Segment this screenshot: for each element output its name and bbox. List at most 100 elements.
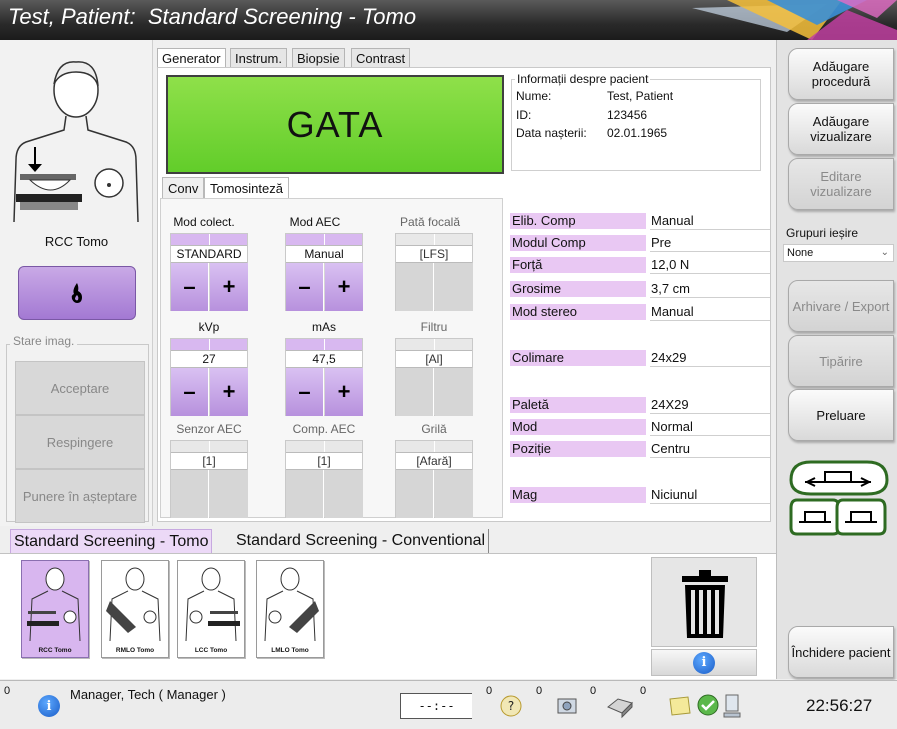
retrieve-button[interactable]: Preluare xyxy=(788,389,894,441)
thumb-lmlo-tomo[interactable]: LMLO Tomo xyxy=(256,560,324,658)
param-key: Mag xyxy=(510,487,646,504)
accept-button[interactable]: Acceptare xyxy=(15,361,145,415)
param-value: 3,7 cm xyxy=(650,281,770,298)
thumb-rmlo-tomo[interactable]: RMLO Tomo xyxy=(101,560,169,658)
comp-aec-right-button[interactable] xyxy=(325,470,363,518)
thumb-caption: RCC Tomo xyxy=(38,647,72,654)
output-groups-value: None xyxy=(787,247,814,259)
patient-id: 123456 xyxy=(607,108,648,122)
thumb-caption: LMLO Tomo xyxy=(271,647,309,654)
pata-focala-right-button[interactable] xyxy=(435,263,473,311)
flame-icon xyxy=(71,283,82,303)
mas-plus-button[interactable]: + xyxy=(325,368,363,416)
param-value: 24X29 xyxy=(650,397,770,414)
printer-icon[interactable] xyxy=(604,693,636,719)
edit-view-button[interactable]: Editare vizualizare xyxy=(788,158,894,210)
reject-button[interactable]: Respingere xyxy=(15,415,145,469)
mas-minus-button[interactable]: – xyxy=(286,368,324,416)
patient-name-label: Nume: xyxy=(516,89,552,103)
tab-conv[interactable]: Conv xyxy=(162,177,205,199)
window-title: Test, Patient: Standard Screening - Tomo xyxy=(8,4,417,29)
thumb-rcc-tomo[interactable]: RCC Tomo xyxy=(21,560,89,658)
notes-icon[interactable] xyxy=(668,695,692,717)
tab-biopsie[interactable]: Biopsie xyxy=(292,48,345,68)
help-icon[interactable]: ? xyxy=(500,695,522,717)
add-view-button[interactable]: Adăugare vizualizare xyxy=(788,103,894,155)
patient-dob: 02.01.1965 xyxy=(607,126,668,140)
procedure-tab-conventional[interactable]: Standard Screening - Conventional xyxy=(233,529,490,553)
breast-view-icon xyxy=(264,567,319,642)
pending-button[interactable]: Punere în așteptare xyxy=(15,469,145,523)
chevron-down-icon: ⌄ xyxy=(880,247,889,258)
patient-info-legend: Informații despre pacient xyxy=(515,72,651,86)
svg-text:?: ? xyxy=(508,699,514,713)
tab-contrast[interactable]: Contrast xyxy=(351,48,411,68)
kvp-plus-button[interactable]: + xyxy=(210,368,248,416)
param-key: Mod xyxy=(510,419,646,436)
senzor-aec-right-button[interactable] xyxy=(210,470,248,518)
info-icon[interactable]: i xyxy=(38,695,60,717)
procedure-tab-tomo[interactable]: Standard Screening - Tomo xyxy=(10,529,213,553)
param-value: Pre xyxy=(650,235,770,252)
param-key: Elib. Comp xyxy=(510,213,646,230)
archive-export-button[interactable]: Arhivare / Export xyxy=(788,280,894,332)
close-patient-button[interactable]: Închidere pacient xyxy=(788,626,894,678)
comp-aec-label: Comp. AEC xyxy=(292,422,356,436)
breast-view-icon xyxy=(106,567,161,642)
mod-colect-minus-button[interactable]: – xyxy=(171,263,209,311)
trash-button[interactable] xyxy=(651,557,757,647)
grila-left-button[interactable] xyxy=(396,470,434,518)
param-value: Centru xyxy=(650,441,770,458)
media-count: 0 xyxy=(590,685,597,697)
grila-label: Grilă xyxy=(421,422,447,436)
mod-colect-plus-button[interactable]: + xyxy=(210,263,248,311)
thumb-lcc-tomo[interactable]: LCC Tomo xyxy=(177,560,245,658)
grila-control: [Afară] xyxy=(395,440,473,518)
kvp-value: 27 xyxy=(171,350,247,368)
tab-generator[interactable]: Generator xyxy=(157,48,226,68)
timer-count: 0 xyxy=(486,685,493,697)
param-value: Normal xyxy=(650,419,770,436)
pata-focala-control: [LFS] xyxy=(395,233,473,311)
paddle-shift-icon[interactable] xyxy=(783,458,893,538)
view-label: RCC Tomo xyxy=(44,234,109,249)
status-bar: 0 i Manager, Tech ( Manager ) --:-- 0 ? … xyxy=(0,680,897,729)
current-user: Manager, Tech ( Manager ) xyxy=(70,687,226,702)
image-status-group: Acceptare Respingere Punere în așteptare xyxy=(6,344,149,523)
system-ok-icon[interactable] xyxy=(696,693,720,717)
comp-aec-left-button[interactable] xyxy=(286,470,324,518)
kvp-minus-button[interactable]: – xyxy=(171,368,209,416)
help-count: 0 xyxy=(536,685,543,697)
mod-aec-plus-button[interactable]: + xyxy=(325,263,363,311)
media-device-icon[interactable] xyxy=(552,693,582,719)
tab-tomosinteza[interactable]: Tomosinteză xyxy=(204,177,289,199)
senzor-aec-left-button[interactable] xyxy=(171,470,209,518)
image-status-legend: Stare imag. xyxy=(10,334,78,348)
senzor-aec-value: [1] xyxy=(171,452,247,470)
grila-right-button[interactable] xyxy=(435,470,473,518)
mas-label: mAs xyxy=(312,320,336,334)
add-procedure-button[interactable]: Adăugare procedură xyxy=(788,48,894,100)
output-groups-select[interactable]: None ⌄ xyxy=(783,244,894,262)
info-button[interactable]: i xyxy=(651,649,757,676)
filtru-right-button[interactable] xyxy=(435,368,473,416)
breast-view-icon xyxy=(185,567,240,642)
output-groups-label: Grupuri ieșire xyxy=(786,226,859,240)
network-icon[interactable] xyxy=(720,693,744,719)
senzor-aec-control: [1] xyxy=(170,440,248,518)
filtru-label: Filtru xyxy=(420,320,448,334)
filtru-value: [Al] xyxy=(396,350,472,368)
print-button[interactable]: Tipărire xyxy=(788,335,894,387)
filtru-left-button[interactable] xyxy=(396,368,434,416)
param-value: 24x29 xyxy=(650,350,770,367)
param-key: Colimare xyxy=(510,350,646,367)
expose-button[interactable] xyxy=(18,266,136,320)
param-key: Poziție xyxy=(510,441,646,458)
pata-focala-left-button[interactable] xyxy=(396,263,434,311)
tab-instrum[interactable]: Instrum. xyxy=(230,48,287,68)
mod-colect-control: STANDARD – + xyxy=(170,233,248,311)
trash-icon xyxy=(682,570,728,638)
mod-aec-minus-button[interactable]: – xyxy=(286,263,324,311)
breast-view-icon xyxy=(13,61,139,222)
mas-control: 47,5 – + xyxy=(285,338,363,416)
